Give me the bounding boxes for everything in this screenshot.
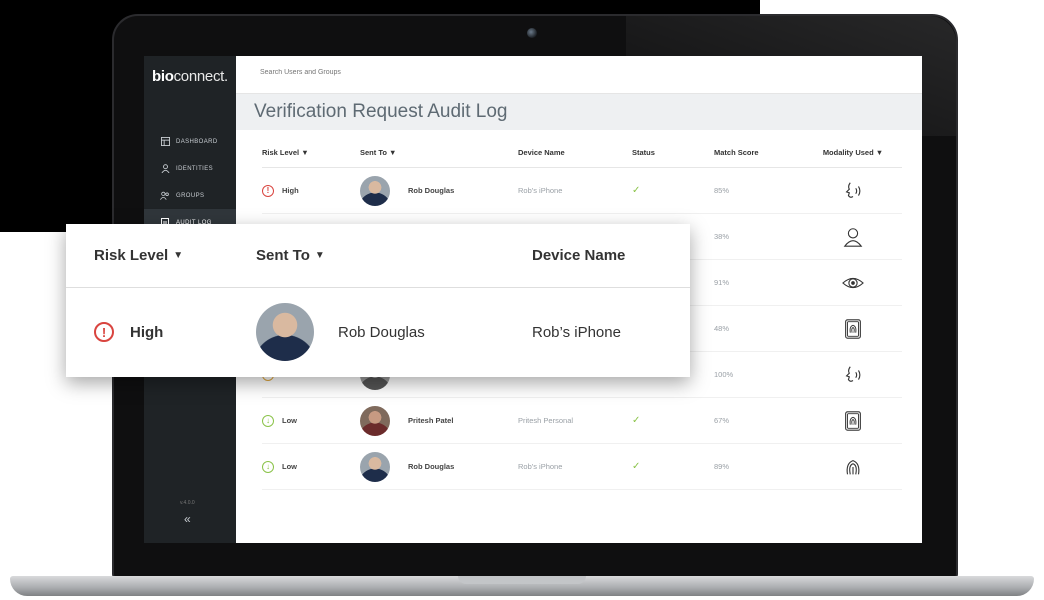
avatar (360, 405, 390, 436)
table-row[interactable]: ! High Rob Douglas Rob's iPhone ✓ 85% (262, 168, 902, 214)
logo[interactable]: bioconnect. (152, 68, 228, 85)
search-input[interactable] (260, 69, 460, 76)
topbar (236, 56, 922, 94)
sidebar-item-label: DASHBOARD (176, 138, 218, 145)
column-header-device-name: Device Name (518, 148, 565, 157)
sent-to-cell: Rob Douglas (360, 175, 518, 206)
match-score: 85% (714, 186, 730, 195)
match-score: 38% (714, 232, 730, 241)
column-header-risk-level[interactable]: Risk Level ▼ (262, 148, 360, 157)
alert-icon: ! (94, 322, 114, 342)
caret-down-icon: ▼ (314, 250, 325, 261)
identity-icon (160, 164, 170, 174)
risk-cell: ! High (262, 184, 360, 197)
alert-icon: ! (262, 184, 274, 197)
device-cell: Pritesh Personal (518, 416, 574, 425)
zoom-row[interactable]: ! High Rob Douglas Rob’s iPhone (66, 288, 690, 376)
sidebar-item-groups[interactable]: GROUPS (144, 182, 236, 209)
risk-cell: ↓ Low (262, 414, 360, 427)
sidebar-item-identities[interactable]: IDENTITIES (144, 155, 236, 182)
page-title: Verification Request Audit Log (254, 101, 508, 122)
match-score: 100% (714, 370, 734, 379)
stage: bioconnect. DASHBOARD IDENTITIES GROUPS … (0, 0, 1044, 600)
caret-down-icon: ▼ (173, 250, 184, 261)
modality-cell (808, 318, 898, 340)
match-score: 48% (714, 324, 730, 333)
low-risk-icon: ↓ (262, 414, 274, 427)
zoom-header: Risk Level ▼ Sent To ▼ Device Name (66, 224, 690, 288)
zoom-risk-cell: ! High (66, 322, 256, 342)
eye-icon (842, 277, 864, 288)
column-header-match-score: Match Score (714, 148, 759, 157)
modality-cell (808, 272, 898, 294)
zoom-column-sent-to[interactable]: Sent To ▼ (256, 247, 532, 264)
collapse-sidebar-button[interactable]: « (184, 512, 191, 526)
risk-cell: ↓ Low (262, 460, 360, 473)
match-score: 67% (714, 416, 730, 425)
fingerprint-card-icon (845, 410, 861, 431)
column-header-status: Status (632, 148, 655, 157)
column-header-sent-to[interactable]: Sent To ▼ (360, 148, 518, 157)
device-cell: Rob's iPhone (518, 462, 563, 471)
check-icon: ✓ (632, 185, 641, 196)
check-icon: ✓ (632, 415, 641, 426)
voice-icon (845, 365, 861, 382)
avatar (360, 451, 390, 482)
sent-to-cell: Pritesh Patel (360, 405, 518, 436)
face-icon (843, 227, 863, 247)
sidebar-item-dashboard[interactable]: DASHBOARD (144, 128, 236, 155)
table-row[interactable]: ↓ Low Pritesh Patel Pritesh Personal ✓ 67… (262, 398, 902, 444)
modality-cell (808, 180, 898, 202)
voice-icon (845, 181, 861, 198)
title-band: Verification Request Audit Log (236, 94, 922, 130)
match-score: 91% (714, 278, 730, 287)
sent-to-cell: Rob Douglas (360, 451, 518, 482)
modality-cell (808, 456, 898, 478)
sidebar-nav: DASHBOARD IDENTITIES GROUPS AUDIT LOG (144, 128, 236, 236)
table-row[interactable]: ↓ Low Rob Douglas Rob's iPhone ✓ 89% (262, 444, 902, 490)
column-header-modality[interactable]: Modality Used ▼ (808, 148, 898, 157)
low-risk-icon: ↓ (262, 460, 274, 473)
modality-cell (808, 226, 898, 248)
camera-icon (527, 28, 537, 38)
sidebar-item-label: IDENTITIES (176, 165, 214, 172)
modality-cell (808, 410, 898, 432)
zoom-column-device-name: Device Name (532, 247, 626, 264)
version-label: v.4.0.0 (180, 500, 195, 506)
zoom-column-risk-level[interactable]: Risk Level ▼ (66, 247, 256, 264)
sidebar-item-label: GROUPS (176, 192, 205, 199)
check-icon: ✓ (632, 461, 641, 472)
groups-icon (160, 191, 170, 201)
laptop-base (10, 576, 1034, 596)
modality-cell (808, 364, 898, 386)
device-cell: Rob's iPhone (518, 186, 563, 195)
zoom-device-cell: Rob’s iPhone (532, 323, 621, 341)
table-header: Risk Level ▼ Sent To ▼ Device Name Statu… (262, 138, 902, 168)
fingerprint-card-icon (845, 318, 861, 339)
zoom-sent-to-cell: Rob Douglas (256, 303, 532, 361)
dashboard-icon (160, 137, 170, 147)
zoom-callout: Risk Level ▼ Sent To ▼ Device Name ! High R… (66, 224, 690, 377)
avatar (256, 303, 314, 361)
laptop-notch (458, 576, 586, 584)
fingerprint-icon (846, 459, 860, 474)
match-score: 89% (714, 462, 730, 471)
avatar (360, 175, 390, 206)
